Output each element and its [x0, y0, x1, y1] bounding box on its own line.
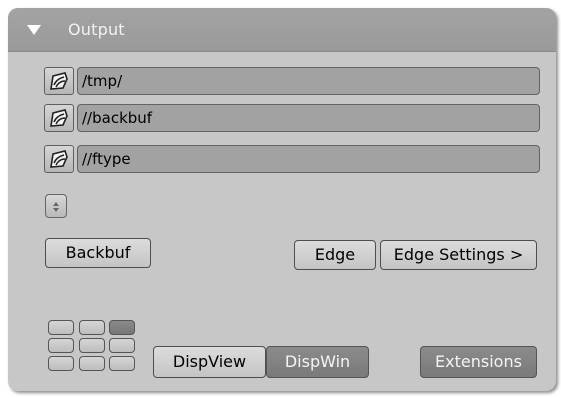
- dispview-button[interactable]: DispView: [153, 346, 266, 378]
- folder-browse-icon[interactable]: [44, 145, 74, 173]
- up-down-arrows-icon[interactable]: [45, 194, 67, 218]
- grid-cell[interactable]: [79, 356, 105, 371]
- output-path-field[interactable]: /tmp/: [77, 67, 540, 95]
- backbuf-path-field[interactable]: //backbuf: [77, 104, 540, 132]
- grid-cell[interactable]: [79, 320, 105, 335]
- grid-cell[interactable]: [109, 356, 135, 371]
- panel-title: Output: [68, 20, 125, 39]
- dispwin-button[interactable]: DispWin: [266, 346, 369, 378]
- path-row-backbuf: //backbuf: [44, 103, 540, 133]
- extensions-button[interactable]: Extensions: [420, 346, 537, 378]
- path-row-output: /tmp/: [44, 66, 540, 96]
- grid-cell[interactable]: [48, 320, 74, 335]
- grid-cell-active[interactable]: [109, 320, 135, 335]
- grid-cell[interactable]: [79, 338, 105, 353]
- panel-header[interactable]: Output: [8, 8, 556, 52]
- grid-cell[interactable]: [48, 356, 74, 371]
- path-row-ftype: //ftype: [44, 144, 540, 174]
- backbuf-button[interactable]: Backbuf: [45, 238, 151, 268]
- edge-settings-button[interactable]: Edge Settings >: [380, 240, 537, 270]
- grid-cell[interactable]: [48, 338, 74, 353]
- grid-cell[interactable]: [109, 338, 135, 353]
- edge-button[interactable]: Edge: [294, 240, 376, 270]
- triangle-down-icon[interactable]: [27, 25, 41, 35]
- folder-browse-icon[interactable]: [44, 67, 74, 95]
- folder-browse-icon[interactable]: [44, 104, 74, 132]
- ftype-path-field[interactable]: //ftype: [77, 145, 540, 173]
- output-panel: Output /tmp/ //backbuf //ftype Backbuf E…: [8, 8, 556, 391]
